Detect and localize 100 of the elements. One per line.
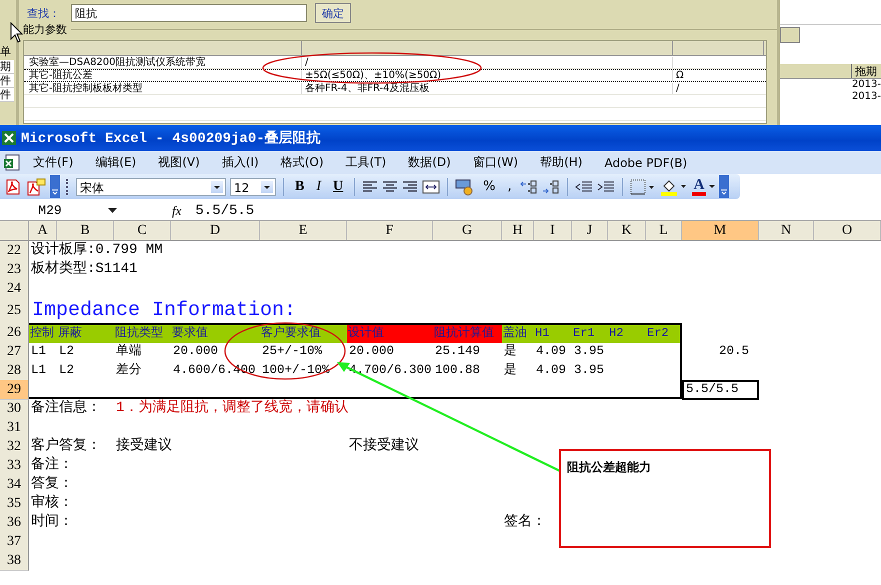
insert-function-button[interactable]: fx <box>172 202 182 218</box>
row-header[interactable]: 31 <box>0 418 29 438</box>
row-header[interactable]: 32 <box>0 437 29 457</box>
workbook-icon[interactable] <box>3 154 21 172</box>
column-header[interactable]: H <box>502 221 534 240</box>
cell-text: 板材类型:S1141 <box>30 260 138 279</box>
borders-icon[interactable] <box>630 178 656 194</box>
column-header[interactable]: J <box>572 221 608 240</box>
decrease-decimal-icon[interactable] <box>542 178 560 194</box>
table-cell-text: 4.09 <box>535 362 566 379</box>
menu-item[interactable]: Adobe PDF(B) <box>604 156 688 170</box>
menu-item[interactable]: 视图(V) <box>158 154 200 171</box>
column-header[interactable]: E <box>260 221 347 240</box>
menu-item[interactable]: 文件(F) <box>33 154 74 171</box>
row-header[interactable]: 33 <box>0 456 29 476</box>
table-cell-text: 20.000 <box>172 343 218 360</box>
search-field[interactable]: 阻抗 <box>71 4 307 22</box>
table-cell-text: 3.95 <box>573 343 604 360</box>
align-center-icon[interactable] <box>382 180 398 194</box>
increase-indent-icon[interactable] <box>596 180 615 194</box>
number-format-button[interactable]: % <box>479 179 500 194</box>
table-cell-text: 差分 <box>115 362 142 379</box>
value-text: / <box>301 57 672 68</box>
column-header[interactable]: N <box>759 221 814 240</box>
column-header[interactable]: A <box>29 221 57 240</box>
table-cell: 设计值 <box>347 325 433 343</box>
increase-decimal-icon[interactable] <box>520 178 538 194</box>
font-color-button[interactable]: A <box>692 178 716 196</box>
toolbar-options-icon[interactable] <box>719 175 730 198</box>
list-cell: 件 <box>0 74 14 88</box>
font-size-dropdown[interactable]: 12 <box>230 178 276 196</box>
align-right-icon[interactable] <box>402 180 418 194</box>
row-header[interactable]: 24 <box>0 279 29 299</box>
list-row[interactable]: 其它-阻抗控制板板材类型 各种FR-4、非FR-4及混压板 / <box>24 82 766 95</box>
formula-field[interactable]: 5.5/5.5 <box>195 202 254 218</box>
table-cell: 2013- <box>852 79 881 91</box>
confirm-button[interactable]: 确定 <box>315 3 351 23</box>
table-cell-text: 100.88 <box>434 362 480 379</box>
table-cell: H2 <box>608 325 646 343</box>
column-header[interactable]: M <box>682 221 759 240</box>
pdf-icon[interactable] <box>4 178 22 196</box>
list-row[interactable]: 其它-阻抗公差 ±5Ω(≤50Ω)、±10%(≥50Ω) Ω <box>24 69 766 82</box>
row-header[interactable]: 26 <box>0 323 29 343</box>
row-header[interactable]: 22 <box>0 241 29 261</box>
format-button[interactable]: I <box>312 178 326 194</box>
cell-text: 备注信息： <box>30 399 101 418</box>
cell-text: 答复： <box>30 475 73 494</box>
column-header[interactable]: O <box>814 221 881 240</box>
table-cell-text: 是 <box>503 343 517 360</box>
cell-text: 审核： <box>30 494 73 513</box>
row-header[interactable]: 37 <box>0 532 29 552</box>
name-box[interactable]: M29 <box>0 203 100 218</box>
row-header[interactable]: 35 <box>0 494 29 514</box>
format-button[interactable]: U <box>329 178 348 194</box>
list-cell-text: 单 <box>0 44 12 60</box>
number-format-button[interactable]: , <box>504 179 516 194</box>
column-header[interactable]: D <box>171 221 260 240</box>
table-cell-text: 4.09 <box>535 343 566 360</box>
align-left-icon[interactable] <box>362 180 378 194</box>
fill-color-icon[interactable] <box>660 178 688 196</box>
cell-text: Impedance Information: <box>31 298 296 324</box>
row-header[interactable]: 30 <box>0 399 29 419</box>
menu-item[interactable]: 工具(T) <box>346 154 386 171</box>
decrease-indent-icon[interactable] <box>574 180 593 194</box>
table-cell-text: 100+/-10% <box>261 362 330 379</box>
table-cell: 5.5/5.5 <box>682 380 759 400</box>
table-cell: 2013- <box>852 91 881 103</box>
row-header[interactable]: 23 <box>0 260 29 280</box>
row-header[interactable]: 28 <box>0 361 29 381</box>
menu-item[interactable]: 数据(D) <box>408 154 451 171</box>
row-header[interactable]: 27 <box>0 342 29 362</box>
row-header[interactable]: 25 <box>0 298 29 324</box>
column-header[interactable]: G <box>433 221 502 240</box>
row-header[interactable]: 36 <box>0 513 29 533</box>
column-header[interactable]: C <box>114 221 171 240</box>
cell-text: 设计板厚:0.799 MM <box>30 241 163 260</box>
menu-item[interactable]: 帮助(H) <box>540 154 582 171</box>
pdf-comment-icon[interactable] <box>26 178 46 196</box>
table-cell-text: 25.149 <box>434 343 480 360</box>
item-text: 实验室—DSA8200阻抗测试仪系统带宽 <box>28 57 207 68</box>
row-header[interactable]: 29 <box>0 380 29 400</box>
toolbar-options-icon[interactable] <box>50 175 60 198</box>
column-header[interactable]: B <box>57 221 114 240</box>
menu-item[interactable]: 编辑(E) <box>95 154 136 171</box>
merge-cells-icon[interactable] <box>422 180 440 194</box>
list-row[interactable]: 实验室—DSA8200阻抗测试仪系统带宽 / <box>24 56 766 69</box>
menu-item[interactable]: 格式(O) <box>280 154 324 171</box>
currency-icon[interactable] <box>455 178 476 196</box>
row-header[interactable]: 38 <box>0 551 29 571</box>
column-header[interactable]: I <box>534 221 572 240</box>
row-header[interactable]: 34 <box>0 475 29 495</box>
dropdown-arrow-icon[interactable] <box>108 208 117 213</box>
menu-item[interactable]: 插入(I) <box>222 154 259 171</box>
format-button[interactable]: B <box>291 178 308 194</box>
column-header[interactable]: F <box>347 221 433 240</box>
table-cell-text: L1 <box>30 343 46 360</box>
font-dropdown[interactable]: 宋体 <box>76 178 226 196</box>
column-header[interactable]: K <box>608 221 646 240</box>
cell-text: 时间： <box>30 513 73 532</box>
menu-item[interactable]: 窗口(W) <box>472 154 518 171</box>
